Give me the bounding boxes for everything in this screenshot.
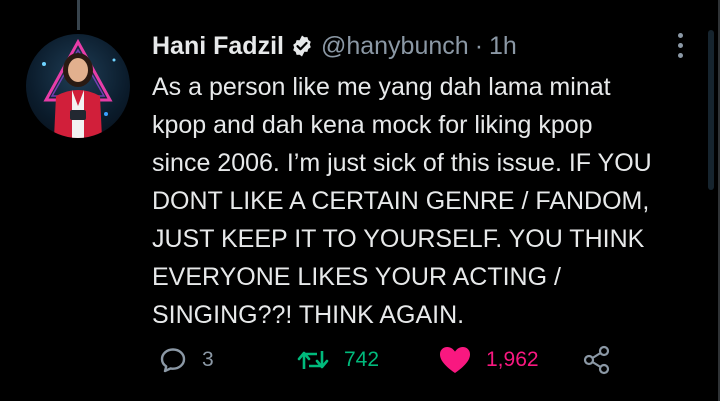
- retweet-button[interactable]: 742: [296, 343, 379, 377]
- more-options-icon[interactable]: [672, 30, 688, 60]
- heart-icon: [440, 347, 470, 373]
- tweet-action-bar: 3 742 1,962: [158, 343, 628, 377]
- reply-icon: [160, 348, 186, 373]
- verified-badge-icon: [290, 34, 314, 58]
- reply-count: 3: [202, 348, 214, 371]
- share-icon: [583, 345, 610, 375]
- tweet-text-line: DONT LIKE A CERTAIN GENRE / FANDOM,: [152, 187, 650, 215]
- scrollbar-thumb[interactable]: [708, 30, 714, 190]
- retweet-count: 742: [344, 348, 380, 371]
- tweet-timestamp[interactable]: 1h: [489, 32, 517, 61]
- share-button[interactable]: [582, 343, 612, 377]
- tweet-text-line: since 2006. I’m just sick of this issue.…: [152, 149, 652, 177]
- tweet-text-line: SINGING??! THINK AGAIN.: [152, 301, 465, 329]
- thread-connector-line: [77, 0, 80, 30]
- author-name[interactable]: Hani Fadzil: [152, 32, 284, 61]
- author-handle[interactable]: @hanybunch: [321, 32, 469, 61]
- avatar[interactable]: [26, 34, 130, 138]
- like-count: 1,962: [486, 348, 539, 371]
- tweet-header: Hani Fadzil @hanybunch · 1h: [152, 31, 517, 61]
- tweet-text: As a person like me yang dah lama minat …: [152, 68, 697, 334]
- retweet-icon: [297, 351, 329, 369]
- tweet-text-line: As a person like me yang dah lama minat: [152, 73, 611, 101]
- like-button[interactable]: 1,962: [438, 343, 539, 377]
- avatar-image: [42, 38, 116, 138]
- tweet-text-line: EVERYONE LIKES YOUR ACTING /: [152, 263, 561, 291]
- header-separator: ·: [474, 31, 484, 60]
- tweet-text-line: JUST KEEP IT TO YOURSELF. YOU THINK: [152, 225, 645, 253]
- reply-button[interactable]: 3: [158, 343, 214, 377]
- tweet-text-line: kpop and dah kena mock for liking kpop: [152, 111, 593, 139]
